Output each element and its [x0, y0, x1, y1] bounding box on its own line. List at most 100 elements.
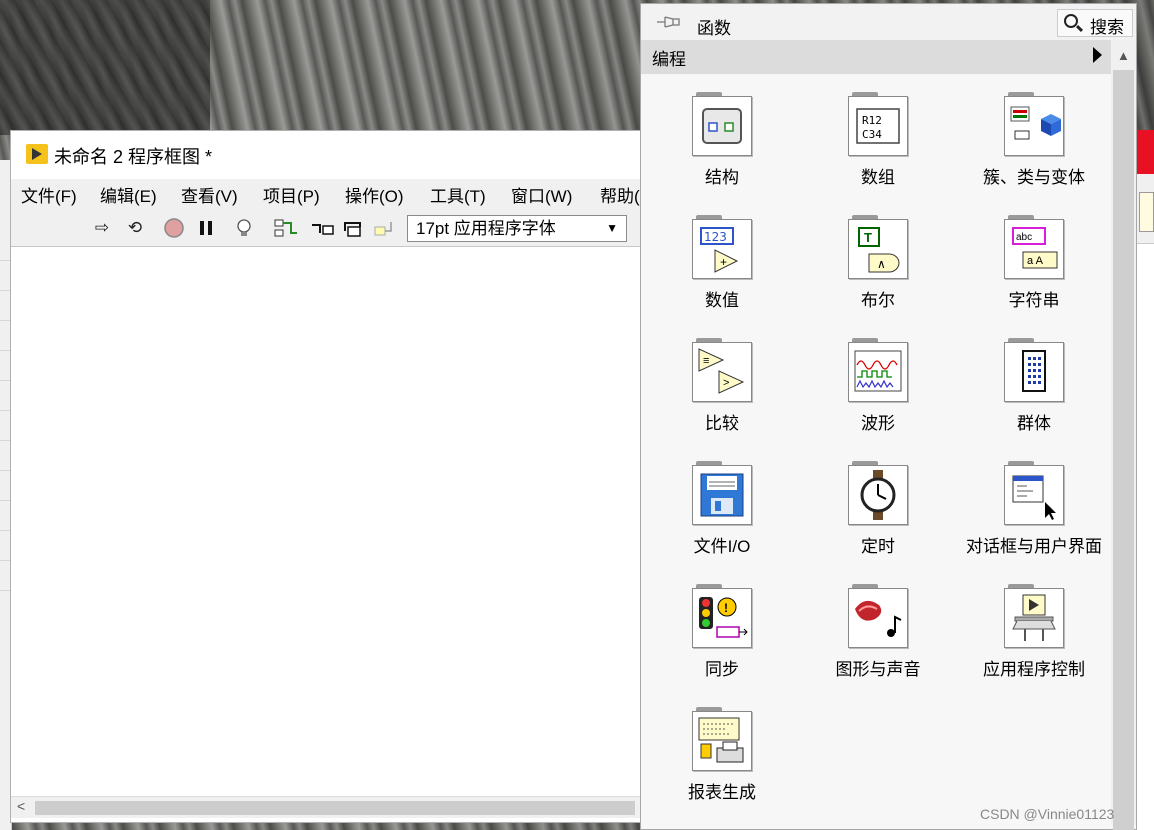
category-label: 编程 [652, 50, 686, 69]
run-arrow-icon[interactable]: ⇨ [91, 217, 113, 239]
scroll-up-icon[interactable]: ▲ [1117, 48, 1130, 63]
horizontal-scrollbar[interactable]: < [11, 796, 641, 818]
numeric-icon: 123 + [692, 215, 752, 279]
palette-header: 函数 搜索 [641, 4, 1136, 40]
application-control-icon [1004, 584, 1064, 648]
font-dropdown[interactable]: 17pt 应用程序字体 ▼ [407, 215, 627, 242]
palette-item-comparison[interactable]: ≡ > 比较 [644, 332, 800, 452]
diagram-canvas[interactable] [11, 248, 641, 796]
background-vi-icon [1139, 192, 1154, 232]
palette-item-timing[interactable]: 定时 [800, 455, 956, 575]
search-icon [1064, 14, 1078, 28]
file-io-icon [692, 461, 752, 525]
palette-item-application-control[interactable]: 应用程序控制 [956, 578, 1112, 698]
palette-item-label: 结构 [705, 168, 739, 187]
palette-item-label: 对话框与用户界面 [966, 537, 1102, 556]
search-button[interactable]: 搜索 [1057, 9, 1133, 37]
palette-item-label: 定时 [861, 537, 895, 556]
functions-palette: 函数 搜索 编程 ▲ 结构 R12 C34 数组 簇、类与变体 123 + 数值… [640, 3, 1137, 830]
svg-text:>: > [723, 377, 729, 389]
palette-item-numeric[interactable]: 123 + 数值 [644, 209, 800, 329]
wallpaper-shadow [0, 0, 210, 135]
palette-item-label: 字符串 [1008, 291, 1060, 310]
title-bar[interactable]: 未命名 2 程序框图 * [11, 131, 641, 179]
svg-text:abc: abc [1016, 232, 1032, 243]
palette-item-array[interactable]: R12 C34 数组 [800, 86, 956, 206]
block-diagram-window: 未命名 2 程序框图 * 文件(F) 编辑(E) 查看(V) 项目(P) 操作(… [10, 130, 642, 823]
palette-item-label: 数组 [861, 168, 895, 187]
svg-text:C34: C34 [862, 128, 882, 141]
search-button-label: 搜索 [1090, 18, 1124, 37]
palette-item-graphics-sound[interactable]: 图形与声音 [800, 578, 956, 698]
waveform-icon [848, 338, 908, 402]
chevron-down-icon: ▼ [606, 221, 618, 235]
synchronization-icon: ! [692, 584, 752, 648]
palette-item-label: 应用程序控制 [983, 660, 1085, 679]
vertical-scrollbar[interactable]: ▲ [1111, 40, 1136, 830]
cluster-class-variant-icon [1004, 92, 1064, 156]
palette-item-string[interactable]: abc a A 字符串 [956, 209, 1112, 329]
palette-item-report-generation[interactable]: 报表生成 [644, 701, 800, 821]
palette-item-synchronization[interactable]: ! 同步 [644, 578, 800, 698]
palette-item-label: 报表生成 [688, 783, 756, 802]
palette-item-waveform[interactable]: 波形 [800, 332, 956, 452]
retain-wire-values-icon[interactable] [273, 217, 297, 239]
svg-text:∧: ∧ [877, 257, 886, 271]
menu-edit[interactable]: 编辑(E) [100, 182, 157, 207]
palette-item-label: 比较 [705, 414, 739, 433]
font-dropdown-value: 17pt 应用程序字体 [416, 219, 556, 238]
dialog-ui-icon [1004, 461, 1064, 525]
palette-item-collections[interactable]: 群体 [956, 332, 1112, 452]
array-icon: R12 C34 [848, 92, 908, 156]
scroll-left-icon[interactable]: < [17, 798, 25, 814]
labview-logo-icon [26, 144, 48, 164]
menu-file[interactable]: 文件(F) [21, 182, 77, 207]
svg-text:T: T [864, 230, 872, 245]
palette-item-label: 群体 [1017, 414, 1051, 433]
timing-icon [848, 461, 908, 525]
run-continuously-icon[interactable]: ⟲ [124, 217, 146, 239]
menu-view[interactable]: 查看(V) [181, 182, 238, 207]
pause-icon[interactable] [195, 217, 217, 239]
boolean-icon: T ∧ [848, 215, 908, 279]
scroll-thumb[interactable] [35, 801, 635, 815]
step-over-icon[interactable] [342, 217, 364, 239]
palette-item-label: 簇、类与变体 [983, 168, 1085, 187]
window-title: 未命名 2 程序框图 * [54, 147, 213, 167]
string-icon: abc a A [1004, 215, 1064, 279]
abort-icon[interactable] [163, 217, 185, 239]
pin-icon[interactable] [655, 14, 681, 30]
toolbar: ⇨ ⟲ 17pt 应用程序字体 ▼ [11, 209, 641, 247]
menu-project[interactable]: 项目(P) [263, 182, 320, 207]
menu-operate[interactable]: 操作(O) [345, 182, 404, 207]
palette-title: 函数 [697, 19, 731, 38]
palette-item-file-io[interactable]: 文件I/O [644, 455, 800, 575]
scroll-thumb[interactable] [1113, 70, 1134, 830]
palette-item-dialog-ui[interactable]: 对话框与用户界面 [956, 455, 1112, 575]
structures-icon [692, 92, 752, 156]
menu-help[interactable]: 帮助( [600, 182, 640, 207]
collections-icon [1004, 338, 1064, 402]
svg-text:≡: ≡ [703, 355, 709, 367]
menu-window[interactable]: 窗口(W) [511, 182, 572, 207]
palette-item-cluster-class-variant[interactable]: 簇、类与变体 [956, 86, 1112, 206]
category-header[interactable]: 编程 [641, 40, 1111, 74]
step-out-icon[interactable] [373, 217, 395, 239]
palette-item-boolean[interactable]: T ∧ 布尔 [800, 209, 956, 329]
expand-arrow-icon[interactable] [1093, 47, 1102, 63]
svg-text:!: ! [724, 601, 728, 615]
palette-item-label: 布尔 [861, 291, 895, 310]
report-generation-icon [692, 707, 752, 771]
watermark: CSDN @Vinnie01123 [980, 806, 1115, 822]
svg-text:123: 123 [704, 230, 727, 244]
highlight-execution-icon[interactable] [233, 217, 255, 239]
menu-tools[interactable]: 工具(T) [430, 182, 486, 207]
palette-item-label: 同步 [705, 660, 739, 679]
svg-text:R12: R12 [862, 114, 882, 127]
menu-bar: 文件(F) 编辑(E) 查看(V) 项目(P) 操作(O) 工具(T) 窗口(W… [11, 179, 641, 209]
background-close-button [1137, 130, 1154, 174]
palette-item-label: 波形 [861, 414, 895, 433]
palette-item-structures[interactable]: 结构 [644, 86, 800, 206]
comparison-icon: ≡ > [692, 338, 752, 402]
step-into-icon[interactable] [310, 217, 334, 239]
